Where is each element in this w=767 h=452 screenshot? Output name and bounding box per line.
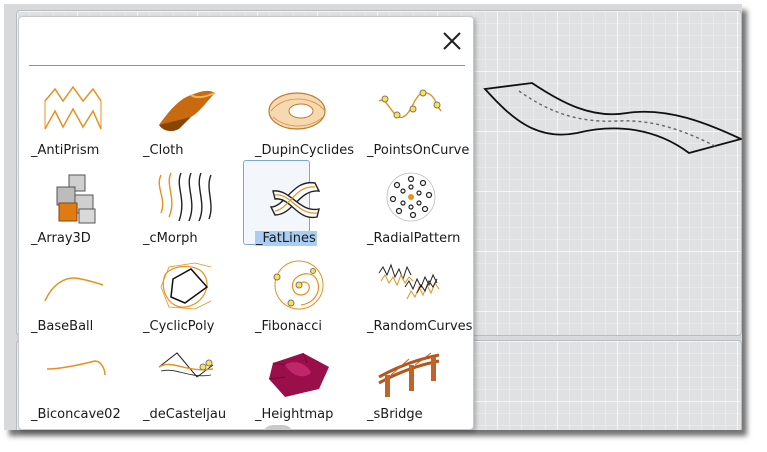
item-label: _Biconcave02 xyxy=(31,407,121,422)
cyclic-poly-icon xyxy=(151,257,219,317)
item-label: _RandomCurves xyxy=(367,319,473,334)
gallery-item-decasteljau[interactable]: _deCasteljau xyxy=(131,341,239,429)
item-label: _cMorph xyxy=(143,231,198,246)
scrollbar-thumb[interactable] xyxy=(263,425,293,429)
array3d-icon xyxy=(39,169,107,229)
gallery-item-cyclicpoly[interactable]: _CyclicPoly xyxy=(131,253,239,341)
gallery-item-cloth[interactable]: _Cloth xyxy=(131,77,239,165)
gallery-item-baseball[interactable]: _BaseBall xyxy=(19,253,127,341)
gallery-item-pointsoncurve[interactable]: _PointsOnCurve xyxy=(355,77,469,165)
item-label: _Array3D xyxy=(31,231,91,246)
biconcave-icon xyxy=(39,345,107,405)
random-curves-icon xyxy=(375,257,443,317)
close-icon[interactable] xyxy=(438,27,466,55)
gallery-item-cmorph[interactable]: _cMorph xyxy=(131,165,239,253)
item-label: _deCasteljau xyxy=(143,407,227,422)
plugin-gallery-panel: _AntiPrism _Cloth _DupinCyclides _Points… xyxy=(18,16,474,430)
item-label: _PointsOnCurve xyxy=(367,143,470,158)
item-label: _Fibonacci xyxy=(255,319,322,334)
fibonacci-icon xyxy=(263,257,331,317)
item-label: _RadialPattern xyxy=(367,231,461,246)
item-label: _sBridge xyxy=(367,407,423,422)
baseball-icon xyxy=(39,257,107,317)
cloth-icon xyxy=(151,81,219,141)
dupin-cyclide-icon xyxy=(263,81,331,141)
gallery-item-dupincyclides[interactable]: _DupinCyclides xyxy=(243,77,355,165)
gallery-item-fatlines[interactable]: _FatLines xyxy=(243,165,351,253)
gallery-item-heightmap[interactable]: _Heightmap xyxy=(243,341,351,429)
header-divider xyxy=(29,65,465,66)
item-label: _Heightmap xyxy=(255,407,334,422)
item-label: _DupinCyclides xyxy=(255,143,355,158)
gallery-item-antiprism[interactable]: _AntiPrism xyxy=(19,77,127,165)
cmorph-icon xyxy=(151,169,219,229)
item-label: _BaseBall xyxy=(31,319,94,334)
gallery-item-array3d[interactable]: _Array3D xyxy=(19,165,127,253)
heightmap-icon xyxy=(263,345,331,405)
gallery-item-sbridge[interactable]: _sBridge xyxy=(355,341,463,429)
item-label: _Cloth xyxy=(143,143,184,158)
item-label: _FatLines xyxy=(255,231,317,247)
decasteljau-icon xyxy=(151,345,219,405)
radial-pattern-icon xyxy=(375,169,443,229)
gallery-item-fibonacci[interactable]: _Fibonacci xyxy=(243,253,351,341)
gallery-item-radialpattern[interactable]: _RadialPattern xyxy=(355,165,463,253)
bridge-icon xyxy=(375,345,443,405)
fatlines-icon xyxy=(263,169,331,229)
gallery-item-randomcurves[interactable]: _RandomCurves xyxy=(355,253,472,341)
item-label: _AntiPrism xyxy=(31,143,100,158)
item-label: _CyclicPoly xyxy=(143,319,215,334)
points-on-curve-icon xyxy=(375,81,443,141)
antiprism-icon xyxy=(39,81,107,141)
selected-label-text: _FatLines xyxy=(255,231,317,246)
gallery-item-biconcave02[interactable]: _Biconcave02 xyxy=(19,341,127,429)
